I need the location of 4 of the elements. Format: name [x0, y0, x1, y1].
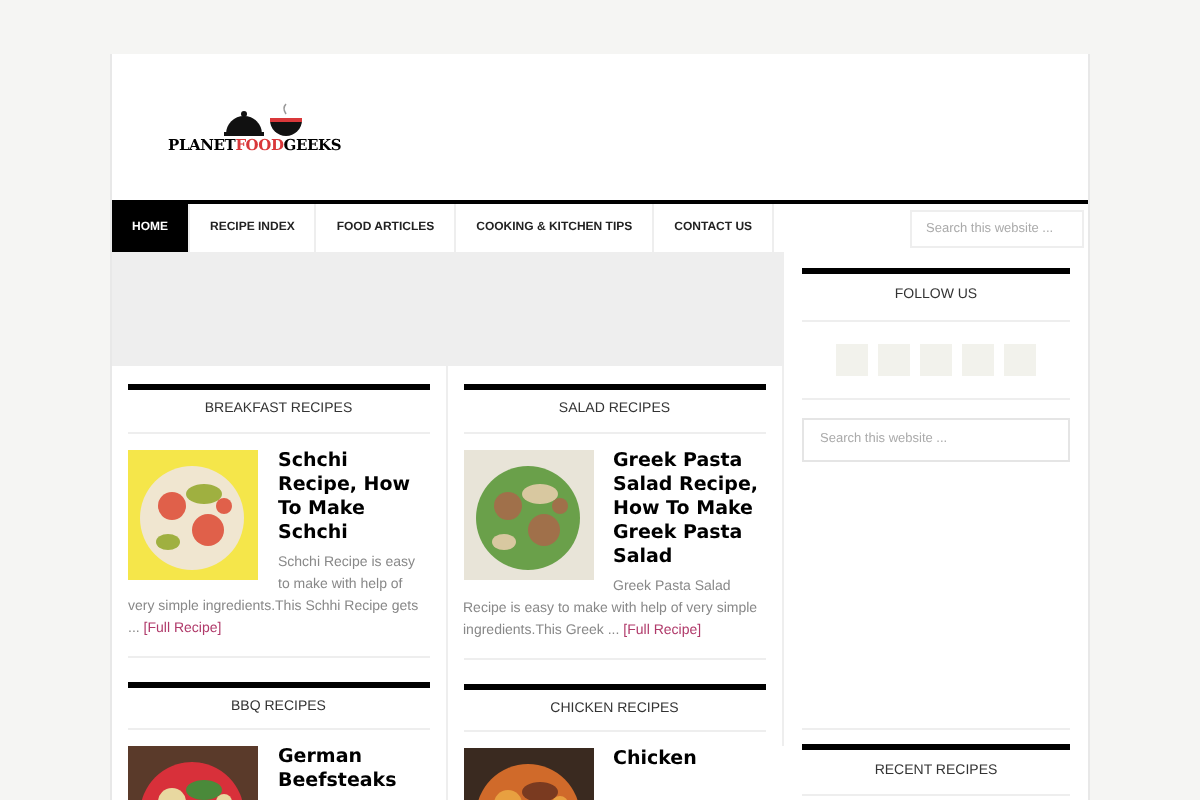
post-title[interactable]: Chicken: [613, 748, 766, 772]
post-title[interactable]: Schchi Recipe, How To Make Schchi: [278, 449, 429, 545]
post-title[interactable]: Greek Pasta Salad Recipe, How To Make Greek Pasta Salad: [613, 449, 766, 569]
post-title[interactable]: German Beefsteaks: [278, 746, 429, 794]
